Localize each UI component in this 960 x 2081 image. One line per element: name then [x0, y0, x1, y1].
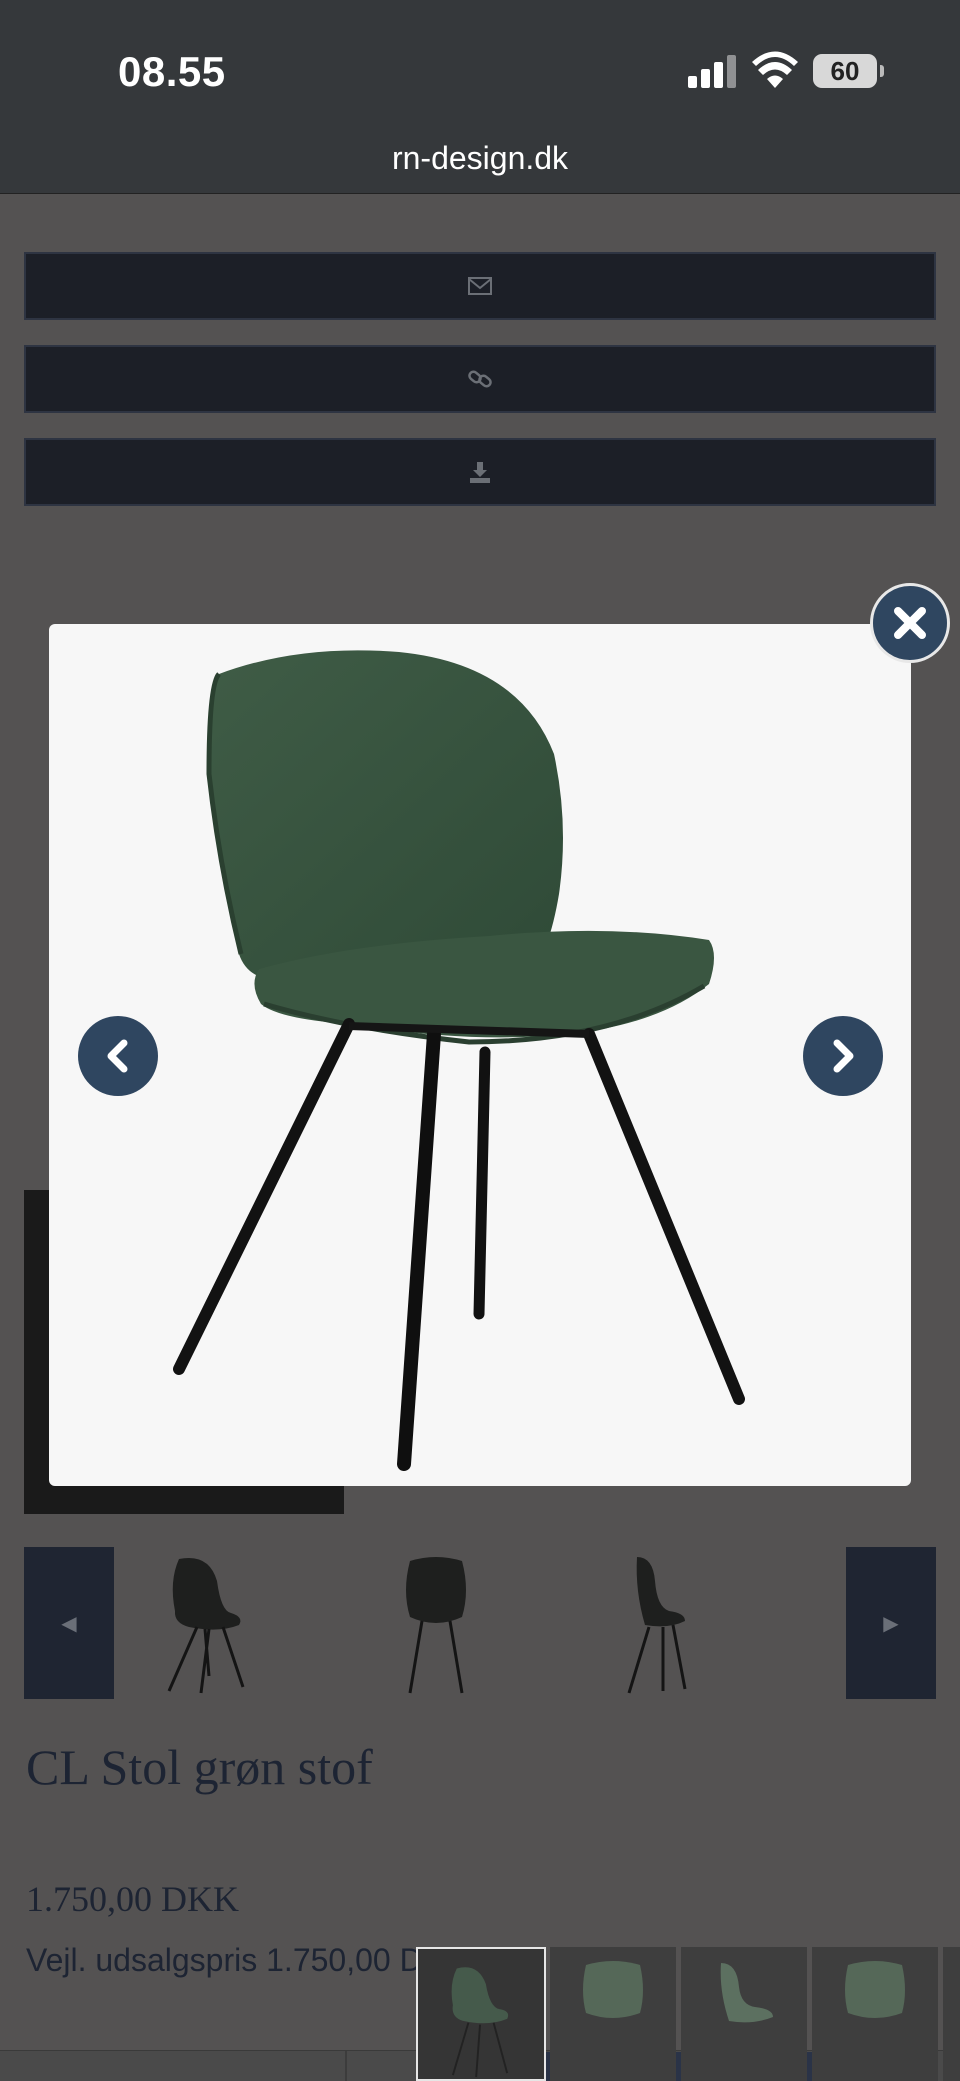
close-icon	[894, 607, 926, 639]
lightbox-close-button[interactable]	[870, 583, 950, 663]
lightbox-thumb-1[interactable]	[416, 1947, 546, 2081]
chair-thumb-icon	[720, 1963, 773, 2023]
wifi-icon	[752, 51, 798, 88]
chevron-left-icon	[107, 1039, 128, 1073]
chair-thumb-icon	[451, 1967, 509, 2078]
thumbnail-chair-2[interactable]	[366, 1551, 506, 1695]
product-title: CL Stol grøn stof	[26, 1739, 373, 1795]
caret-right-icon: ▶	[883, 1612, 899, 1635]
lightbox-thumb-5[interactable]	[943, 1947, 960, 2081]
product-price: 1.750,00 DKK	[26, 1879, 239, 1919]
lightbox-thumb-3[interactable]	[681, 1947, 807, 2081]
recommended-retail-price: Vejl. udsalgspris 1.750,00 DKK	[26, 1942, 466, 1978]
cellular-signal-icon	[688, 54, 736, 88]
chevron-right-icon	[833, 1039, 854, 1073]
green-chair-image	[173, 650, 745, 1471]
lightbox-prev-button[interactable]	[78, 1016, 158, 1096]
thumbnail-prev-button[interactable]: ◀	[24, 1547, 114, 1699]
caret-left-icon: ◀	[61, 1612, 77, 1635]
browser-chrome: 08.55 60 rn-design.dk	[0, 0, 960, 194]
chair-thumb-icon	[583, 1961, 643, 2018]
lightbox-thumb-4[interactable]	[812, 1947, 938, 2081]
lightbox-image-frame	[49, 624, 911, 1486]
share-download-button[interactable]	[24, 438, 936, 506]
thumbnail-chair-1[interactable]	[139, 1551, 279, 1695]
status-time: 08.55	[118, 48, 226, 95]
email-icon	[468, 277, 492, 295]
thumbnail-chair-3[interactable]	[589, 1551, 729, 1695]
download-icon	[470, 462, 490, 483]
thumbnail-carousel: ◀ ▶	[24, 1547, 936, 1699]
lightbox-thumb-2[interactable]	[550, 1947, 676, 2081]
lightbox-next-button[interactable]	[803, 1016, 883, 1096]
battery-icon: 60	[813, 54, 884, 88]
thumbnail-next-button[interactable]: ▶	[846, 1547, 936, 1699]
address-bar-url[interactable]: rn-design.dk	[0, 140, 960, 177]
share-link-button[interactable]	[24, 345, 936, 413]
chair-thumb-icon	[845, 1961, 905, 2018]
link-icon	[468, 370, 492, 388]
share-email-button[interactable]	[24, 252, 936, 320]
